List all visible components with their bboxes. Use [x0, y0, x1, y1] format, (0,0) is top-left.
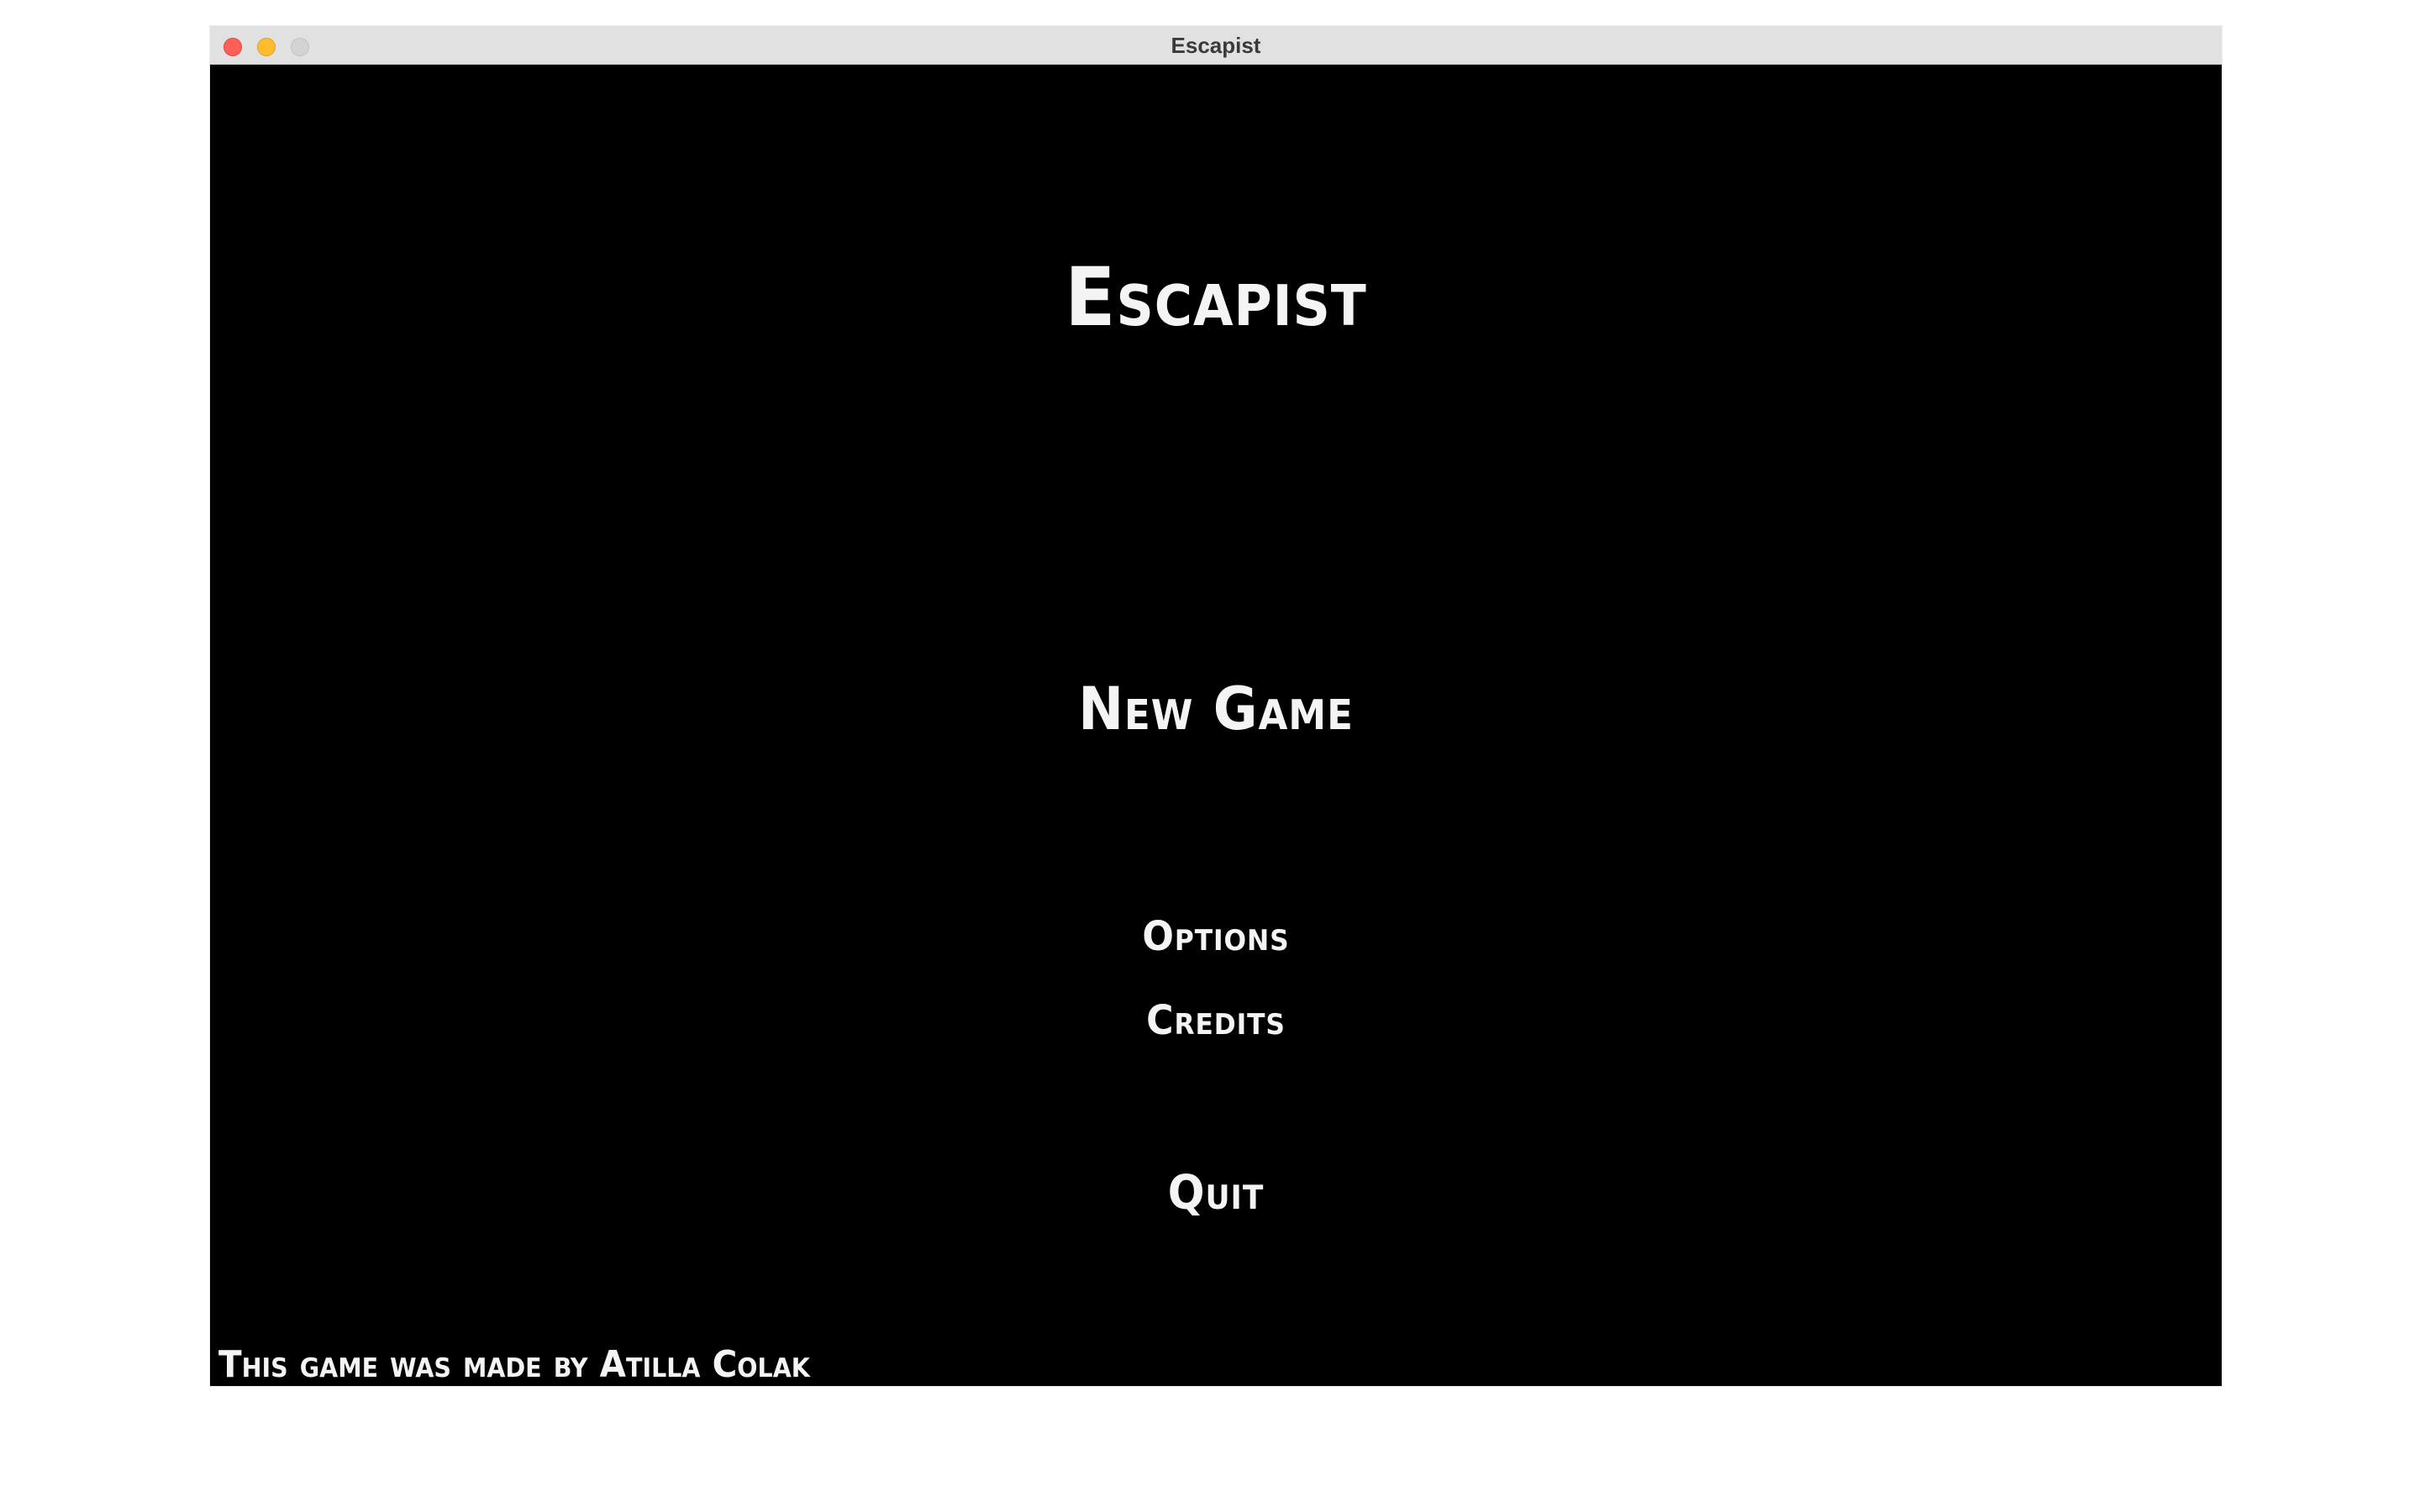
author-credit: This game was made by Atilla Colak: [218, 1343, 810, 1386]
game-title: Escapist: [1065, 250, 1367, 344]
window-title: Escapist: [1171, 33, 1261, 58]
game-canvas: Escapist New Game Options Credits Quit T…: [210, 65, 2222, 1386]
quit-button[interactable]: Quit: [291, 1163, 2141, 1224]
credits-button[interactable]: Credits: [291, 994, 2141, 1047]
new-game-button[interactable]: New Game: [291, 671, 2141, 747]
window-titlebar[interactable]: Escapist: [210, 26, 2222, 65]
app-window: Escapist Escapist New Game Options Credi…: [210, 26, 2222, 1386]
options-button[interactable]: Options: [291, 910, 2141, 963]
